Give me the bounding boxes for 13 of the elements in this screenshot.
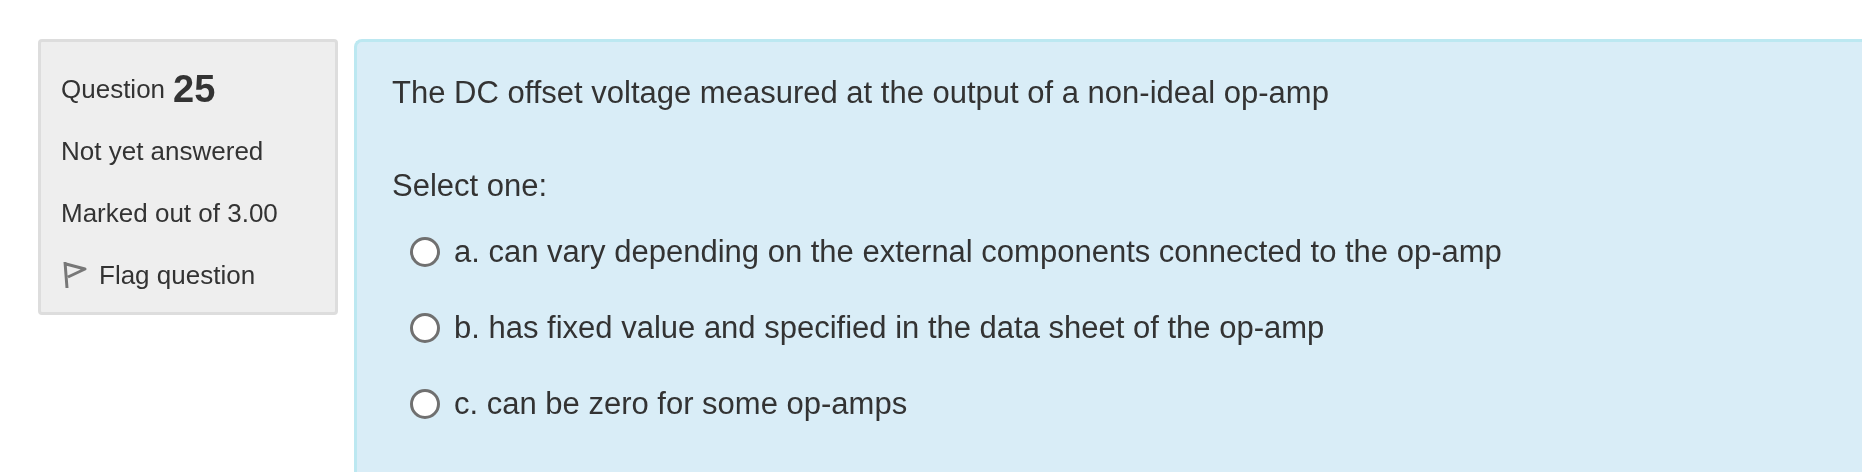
select-prompt: Select one: bbox=[392, 167, 549, 205]
radio-button[interactable] bbox=[410, 389, 440, 419]
question-label: Question bbox=[61, 72, 166, 106]
answer-option[interactable]: c. can be zero for some op-amps bbox=[392, 366, 1862, 442]
question-text: The DC offset voltage measured at the output of a non-ideal op-amp bbox=[392, 74, 1330, 112]
radio-button[interactable] bbox=[410, 313, 440, 343]
flag-question-link[interactable]: Flag question bbox=[61, 244, 335, 306]
marks-label: Marked out of 3.00 bbox=[61, 196, 278, 230]
question-number: 25 bbox=[173, 66, 216, 112]
answer-status: Not yet answered bbox=[61, 134, 264, 168]
answer-option[interactable]: a. can vary depending on the external components connected to the op-amp bbox=[392, 214, 1862, 290]
radio-button[interactable] bbox=[410, 237, 440, 267]
answer-option[interactable]: b. has fixed value and specified in the data sheet of the op-amp bbox=[392, 290, 1862, 366]
